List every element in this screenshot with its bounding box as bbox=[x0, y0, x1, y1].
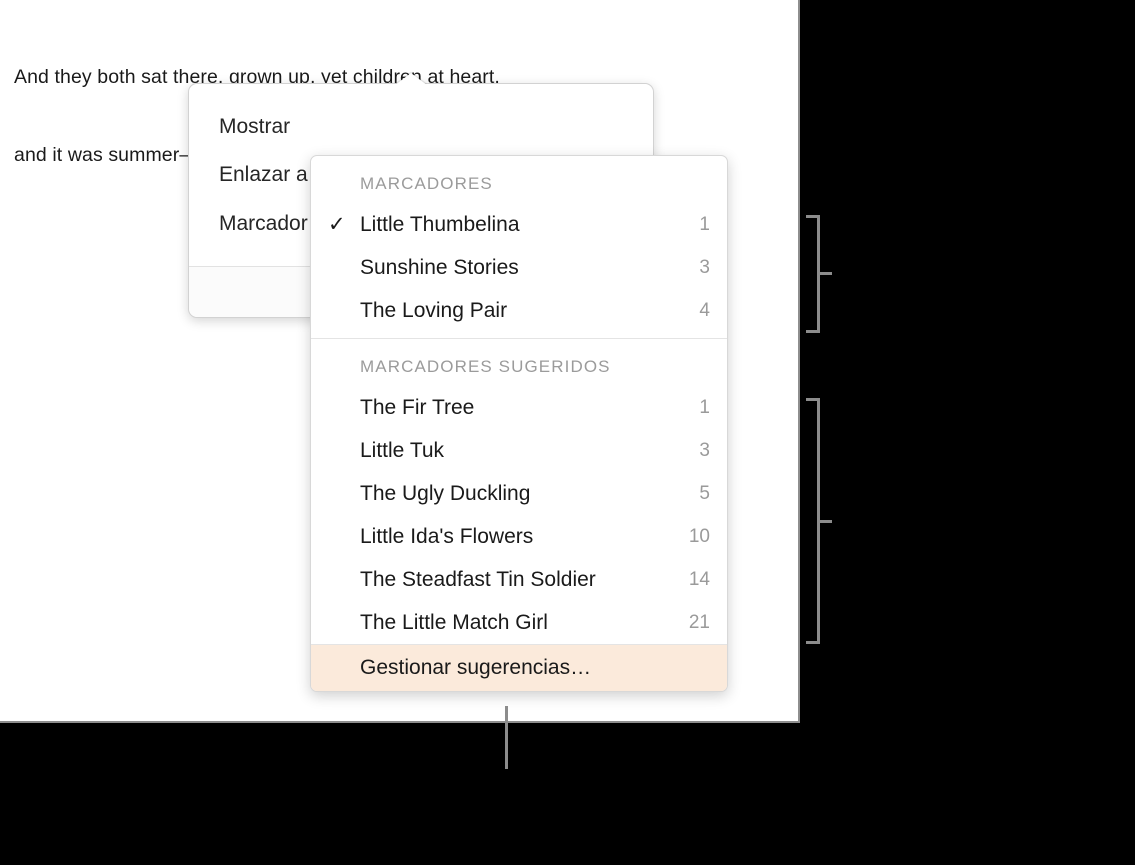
menu-item-page-number: 21 bbox=[688, 611, 710, 633]
menu-item-little-thumbelina[interactable]: ✓ Little Thumbelina 1 bbox=[311, 203, 727, 246]
menu-item-little-idas-flowers[interactable]: Little Ida's Flowers 10 bbox=[311, 515, 727, 558]
menu-item-label: The Ugly Duckling bbox=[360, 481, 531, 505]
menu-item-the-steadfast-tin-soldier[interactable]: The Steadfast Tin Soldier 14 bbox=[311, 558, 727, 601]
menu-section-title-bookmarks: MARCADORES bbox=[360, 174, 493, 193]
menu-item-label: The Little Match Girl bbox=[360, 610, 548, 634]
menu-section-bookmarks: MARCADORES ✓ Little Thumbelina 1 Sunshin… bbox=[311, 156, 727, 332]
checkmark-icon: ✓ bbox=[328, 213, 346, 236]
popover-label-link-to: Enlazar a bbox=[219, 163, 308, 186]
popover-label-display: Mostrar bbox=[219, 115, 291, 138]
menu-section-suggested-bookmarks: MARCADORES SUGERIDOS The Fir Tree 1 Litt… bbox=[311, 339, 727, 644]
menu-item-page-number: 3 bbox=[699, 439, 710, 461]
document-canvas: And they both sat there, grown up, yet c… bbox=[0, 0, 800, 723]
callout-stem-bookmarks bbox=[818, 272, 832, 275]
callout-leader-line-manage-suggestions bbox=[505, 706, 508, 769]
menu-item-page-number: 1 bbox=[699, 213, 710, 235]
popover-row-link-to: Enlazar a bbox=[219, 158, 308, 192]
manage-suggestions-label: Gestionar sugerencias… bbox=[360, 656, 592, 679]
menu-item-label: The Fir Tree bbox=[360, 395, 475, 419]
popover-label-bookmark: Marcador bbox=[219, 212, 308, 235]
menu-item-label: Little Thumbelina bbox=[360, 212, 520, 236]
menu-item-page-number: 5 bbox=[699, 482, 710, 504]
manage-suggestions-button[interactable]: Gestionar sugerencias… bbox=[311, 644, 727, 691]
menu-item-page-number: 4 bbox=[699, 299, 710, 321]
menu-item-label: The Loving Pair bbox=[360, 298, 508, 322]
menu-item-page-number: 10 bbox=[688, 525, 710, 547]
menu-item-page-number: 14 bbox=[688, 568, 710, 590]
menu-item-page-number: 1 bbox=[699, 396, 710, 418]
bookmark-dropdown-menu: MARCADORES ✓ Little Thumbelina 1 Sunshin… bbox=[310, 155, 728, 692]
menu-item-the-loving-pair[interactable]: The Loving Pair 4 bbox=[311, 289, 727, 332]
menu-item-label: The Steadfast Tin Soldier bbox=[360, 567, 596, 591]
popover-row-display: Mostrar bbox=[219, 110, 290, 144]
menu-item-sunshine-stories[interactable]: Sunshine Stories 3 bbox=[311, 246, 727, 289]
menu-item-the-little-match-girl[interactable]: The Little Match Girl 21 bbox=[311, 601, 727, 644]
callout-stem-suggested bbox=[818, 520, 832, 523]
menu-item-label: Little Tuk bbox=[360, 438, 445, 462]
menu-item-the-fir-tree[interactable]: The Fir Tree 1 bbox=[311, 386, 727, 429]
menu-item-page-number: 3 bbox=[699, 256, 710, 278]
menu-item-the-ugly-duckling[interactable]: The Ugly Duckling 5 bbox=[311, 472, 727, 515]
popover-row-bookmark: Marcador bbox=[219, 207, 308, 241]
menu-item-little-tuk[interactable]: Little Tuk 3 bbox=[311, 429, 727, 472]
menu-item-label: Sunshine Stories bbox=[360, 255, 519, 279]
menu-item-label: Little Ida's Flowers bbox=[360, 524, 534, 548]
menu-section-title-suggested: MARCADORES SUGERIDOS bbox=[360, 357, 611, 376]
